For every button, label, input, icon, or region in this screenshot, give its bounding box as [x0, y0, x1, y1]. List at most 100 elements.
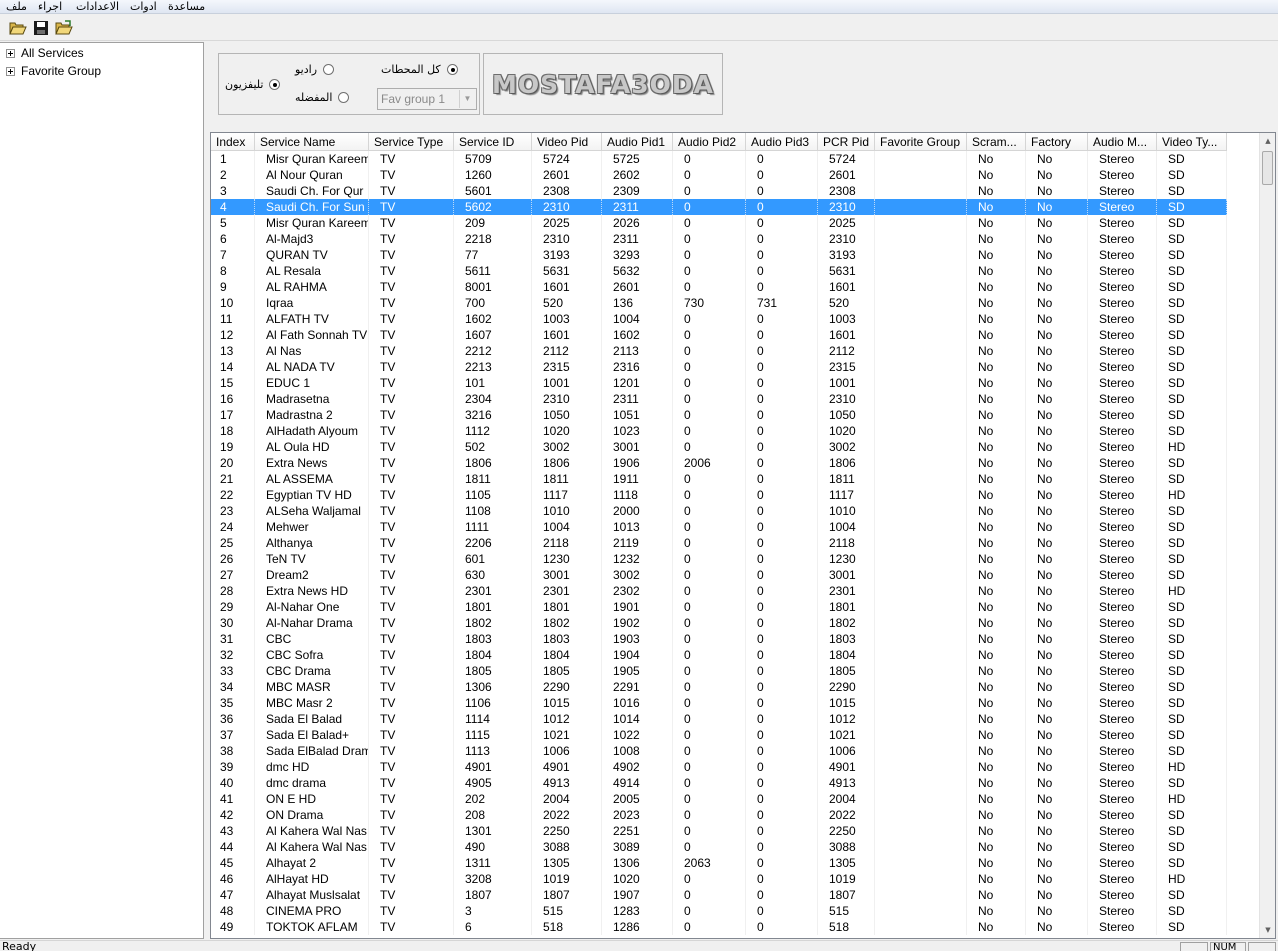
table-row[interactable]: 28 Extra News HD TV 2301 2301 2302 0 0 2301 No No S…	[211, 583, 1227, 599]
table-row[interactable]: 42 ON Drama TV 208 2022 2023 0 0 2022 No No Stereo S…	[211, 807, 1227, 823]
tree-item-favorite-group[interactable]: Favorite Group	[6, 63, 101, 79]
menu-action[interactable]: اجراء	[38, 0, 62, 14]
table-row[interactable]: 24 Mehwer TV 1111 1004 1013 0 0 1004 No No Stereo SD	[211, 519, 1227, 535]
table-row[interactable]: 7 QURAN TV TV 77 3193 3293 0 0 3193 No No Stereo SD	[211, 247, 1227, 263]
table-row[interactable]: 15 EDUC 1 TV 101 1001 1201 0 0 1001 No No Stereo SD	[211, 375, 1227, 391]
cell-service-name: ALFATH TV	[255, 311, 369, 327]
cell-audio-mode: Stereo	[1088, 391, 1157, 407]
table-row[interactable]: 9 AL RAHMA TV 8001 1601 2601 0 0 1601 No No Stereo S…	[211, 279, 1227, 295]
favorites-radio[interactable]: المفضله	[295, 91, 350, 104]
table-row[interactable]: 17 Madrastna 2 TV 3216 1050 1051 0 0 1050 No No Ste…	[211, 407, 1227, 423]
table-row[interactable]: 47 Alhayat Muslsalat TV 1807 1807 1907 0 0 1807 N…	[211, 887, 1227, 903]
table-row[interactable]: 41 ON E HD TV 202 2004 2005 0 0 2004 No No Stereo HD	[211, 791, 1227, 807]
table-row[interactable]: 13 Al Nas TV 2212 2112 2113 0 0 2112 No No Stereo SD	[211, 343, 1227, 359]
tv-radio[interactable]: تليفزيون	[225, 78, 281, 91]
column-header-pcr-pid[interactable]: PCR Pid	[818, 133, 875, 151]
table-row[interactable]: 21 AL ASSEMA TV 1811 1811 1911 0 0 1811 No No Stere…	[211, 471, 1227, 487]
all-channels-radio[interactable]: كل المحطات	[381, 63, 458, 76]
table-row[interactable]: 22 Egyptian TV HD TV 1105 1117 1118 0 0 1117 No No…	[211, 487, 1227, 503]
table-row[interactable]: 2 Al Nour Quran TV 1260 2601 2602 0 0 2601 No No St…	[211, 167, 1227, 183]
table-row[interactable]: 49 TOKTOK AFLAM TV 6 518 1286 0 0 518 No No Stereo S…	[211, 919, 1227, 935]
table-row[interactable]: 27 Dream2 TV 630 3001 3002 0 0 3001 No No Stereo SD	[211, 567, 1227, 583]
column-header-audio-pid1[interactable]: Audio Pid1	[602, 133, 673, 151]
column-header-service-type[interactable]: Service Type	[369, 133, 454, 151]
cell-scrambled: No	[967, 551, 1026, 567]
table-row[interactable]: 4 Saudi Ch. For Sun TV 5602 2310 2311 0 0 2310 No…	[211, 199, 1227, 215]
open-folder-button[interactable]	[8, 18, 28, 38]
cell-scrambled: No	[967, 759, 1026, 775]
scroll-down-icon[interactable]: ▼	[1260, 922, 1275, 938]
table-row[interactable]: 11 ALFATH TV TV 1602 1003 1004 0 0 1003 No No Stere…	[211, 311, 1227, 327]
radio-radio[interactable]: راديو	[295, 63, 335, 76]
table-row[interactable]: 3 Saudi Ch. For Qur TV 5601 2308 2309 0 0 2308 No…	[211, 183, 1227, 199]
table-row[interactable]: 31 CBC TV 1803 1803 1903 0 0 1803 No No Stereo SD	[211, 631, 1227, 647]
table-row[interactable]: 30 Al-Nahar Drama TV 1802 1802 1902 0 0 1802 No No…	[211, 615, 1227, 631]
table-row[interactable]: 38 Sada ElBalad Dram TV 1113 1006 1008 0 0 1006 N…	[211, 743, 1227, 759]
scroll-up-icon[interactable]: ▲	[1260, 133, 1275, 149]
column-header-scrambled[interactable]: Scram...	[967, 133, 1026, 151]
table-row[interactable]: 40 dmc drama TV 4905 4913 4914 0 0 4913 No No Stere…	[211, 775, 1227, 791]
table-row[interactable]: 33 CBC Drama TV 1805 1805 1905 0 0 1805 No No Stere…	[211, 663, 1227, 679]
cell-audio-pid2: 2063	[673, 855, 746, 871]
table-row[interactable]: 32 CBC Sofra TV 1804 1804 1904 0 0 1804 No No Stere…	[211, 647, 1227, 663]
table-row[interactable]: 23 ALSeha Waljamal TV 1108 1010 2000 0 0 1010 No N…	[211, 503, 1227, 519]
cell-pcr-pid: 2310	[818, 231, 875, 247]
table-row[interactable]: 1 Misr Quran Kareem TV 5709 5724 5725 0 0 5724 No…	[211, 151, 1227, 167]
column-header-audio-pid2[interactable]: Audio Pid2	[673, 133, 746, 151]
table-row[interactable]: 14 AL NADA TV TV 2213 2315 2316 0 0 2315 No No Ster…	[211, 359, 1227, 375]
panel-splitter[interactable]	[204, 42, 208, 939]
table-row[interactable]: 43 Al Kahera Wal Nas TV 1301 2250 2251 0 0 2250 N…	[211, 823, 1227, 839]
table-row[interactable]: 19 AL Oula HD TV 502 3002 3001 0 0 3002 No No Stere…	[211, 439, 1227, 455]
table-row[interactable]: 18 AlHadath Alyoum TV 1112 1020 1023 0 0 1020 No N…	[211, 423, 1227, 439]
open-file-button[interactable]	[54, 18, 74, 38]
vertical-scrollbar[interactable]: ▲ ▼	[1259, 133, 1275, 938]
column-header-favorite-group[interactable]: Favorite Group	[875, 133, 967, 151]
scrollbar-thumb[interactable]	[1262, 151, 1273, 185]
column-header-audio-mode[interactable]: Audio M...	[1088, 133, 1157, 151]
table-row[interactable]: 44 Al Kahera Wal Nas TV 490 3088 3089 0 0 3088 No…	[211, 839, 1227, 855]
fav-group-select[interactable]: Fav group 1 ▼	[377, 88, 477, 110]
table-row[interactable]: 25 Althanya TV 2206 2118 2119 0 0 2118 No No Stereo…	[211, 535, 1227, 551]
table-row[interactable]: 46 AlHayat HD TV 3208 1019 1020 0 0 1019 No No Ster…	[211, 871, 1227, 887]
cell-factory: No	[1026, 487, 1088, 503]
table-row[interactable]: 37 Sada El Balad+ TV 1115 1021 1022 0 0 1021 No No…	[211, 727, 1227, 743]
expand-icon[interactable]	[6, 48, 15, 58]
menu-file[interactable]: ملف	[6, 0, 27, 14]
menu-settings[interactable]: الاعدادات	[76, 0, 119, 14]
chevron-down-icon[interactable]: ▼	[459, 90, 475, 108]
expand-icon[interactable]	[6, 66, 15, 76]
cell-audio-pid1: 1907	[602, 887, 673, 903]
table-row[interactable]: 26 TeN TV TV 601 1230 1232 0 0 1230 No No Stereo SD	[211, 551, 1227, 567]
cell-service-name: Al Fath Sonnah TV	[255, 327, 369, 343]
table-row[interactable]: 12 Al Fath Sonnah TV TV 1607 1601 1602 0 0 1601 N…	[211, 327, 1227, 343]
table-row[interactable]: 35 MBC Masr 2 TV 1106 1015 1016 0 0 1015 No No Ster…	[211, 695, 1227, 711]
column-header-audio-pid3[interactable]: Audio Pid3	[746, 133, 818, 151]
table-row[interactable]: 45 Alhayat 2 TV 1311 1305 1306 2063 0 1305 No No St…	[211, 855, 1227, 871]
table-row[interactable]: 48 CINEMA PRO TV 3 515 1283 0 0 515 No No Stereo SD	[211, 903, 1227, 919]
table-row[interactable]: 39 dmc HD TV 4901 4901 4902 0 0 4901 No No Stereo HD	[211, 759, 1227, 775]
column-header-service-id[interactable]: Service ID	[454, 133, 532, 151]
cell-audio-pid3: 0	[746, 567, 818, 583]
column-header-factory[interactable]: Factory	[1026, 133, 1088, 151]
table-row[interactable]: 8 AL Resala TV 5611 5631 5632 0 0 5631 No No Stereo…	[211, 263, 1227, 279]
table-row[interactable]: 29 Al-Nahar One TV 1801 1801 1901 0 0 1801 No No St…	[211, 599, 1227, 615]
table-row[interactable]: 36 Sada El Balad TV 1114 1012 1014 0 0 1012 No No S…	[211, 711, 1227, 727]
save-button[interactable]	[31, 18, 51, 38]
column-header-video-type[interactable]: Video Ty...	[1157, 133, 1227, 151]
table-row[interactable]: 5 Misr Quran Kareem TV 209 2025 2026 0 0 2025 No N…	[211, 215, 1227, 231]
table-row[interactable]: 34 MBC MASR TV 1306 2290 2291 0 0 2290 No No Stereo…	[211, 679, 1227, 695]
cell-service-name: Misr Quran Kareem	[255, 215, 369, 231]
menu-tools[interactable]: ادوات	[130, 0, 157, 14]
cell-video-pid: 2025	[532, 215, 602, 231]
menu-help[interactable]: مساعدة	[168, 0, 205, 14]
tree-item-all-services[interactable]: All Services	[6, 45, 84, 61]
table-row[interactable]: 10 Iqraa TV 700 520 136 730 731 520 No No Stereo SD	[211, 295, 1227, 311]
column-header-index[interactable]: Index	[211, 133, 255, 151]
column-header-service-name[interactable]: Service Name	[255, 133, 369, 151]
table-row[interactable]: 6 Al-Majd3 TV 2218 2310 2311 0 0 2310 No No Stereo S…	[211, 231, 1227, 247]
cell-audio-pid2: 0	[673, 167, 746, 183]
table-row[interactable]: 20 Extra News TV 1806 1806 1906 2006 0 1806 No No S…	[211, 455, 1227, 471]
cell-audio-pid2: 0	[673, 583, 746, 599]
column-header-video-pid[interactable]: Video Pid	[532, 133, 602, 151]
table-row[interactable]: 16 Madrasetna TV 2304 2310 2311 0 0 2310 No No Ster…	[211, 391, 1227, 407]
